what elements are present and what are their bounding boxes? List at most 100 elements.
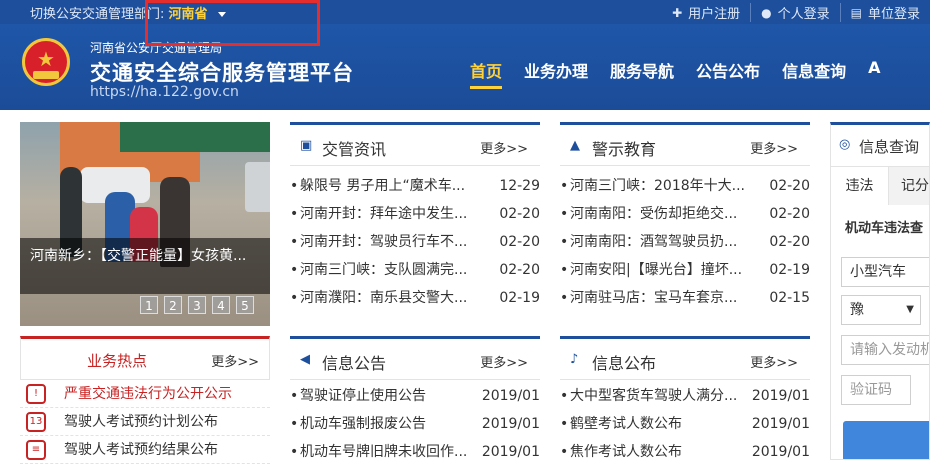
slide-page-button[interactable]: 4 [212,296,230,314]
plus-icon: ✚ [672,5,683,20]
warn-item[interactable]: • 河南三门峡：2018年十大... 02-20 [560,172,810,200]
warn-item[interactable]: • 河南驻马店：宝马车套京... 02-15 [560,284,810,312]
news-item-date: 02-20 [499,262,540,278]
warn-header: ▲ 警示教育 更多>> [560,122,810,166]
news-item-date: 02-20 [499,206,540,222]
news-item[interactable]: • 河南开封：拜年途中发生... 02-20 [290,200,540,228]
platform-title: 交通安全综合服务管理平台 [90,61,354,85]
register-link[interactable]: ✚ 用户注册 [662,3,750,23]
site-header: ★ 河南省公安厅交通管理局 交通安全综合服务管理平台 https://ha.12… [0,24,930,110]
traffic-news-panel: ▣ 交管资讯 更多>> • 躲限号 男子用上“魔术车... 12-29 • 河南开封：… [290,122,540,312]
query-header: ◎ 信息查询 [831,125,929,167]
warn-item-date: 02-19 [769,262,810,278]
business-hotspot-panel: 业务热点 更多>> ! 严重交通违法行为公开公示 13 驾驶人考试预约计划公布 … [20,336,270,464]
notice-item-date: 2019/01 [481,388,540,404]
news-item[interactable]: • 河南开封：驾驶员行车不... 02-20 [290,228,540,256]
personal-login-label: 个人登录 [777,7,830,22]
nav-service-guide[interactable]: 服务导航 [610,58,674,82]
news-item[interactable]: • 河南濮阳：南乐县交警大... 02-19 [290,284,540,312]
hotspot-item-label: 驾驶人考试预约计划公布 [64,414,218,430]
news-item[interactable]: • 躲限号 男子用上“魔术车... 12-29 [290,172,540,200]
bullet: • [290,388,299,404]
publish-item-title: 焦作考试人数公布 [570,444,682,460]
warning-sign-icon: ! [26,384,46,404]
star-icon: ★ [37,47,55,71]
publish-item[interactable]: • 鹤壁考试人数公布 2019/01 [560,410,810,438]
bullet: • [290,416,299,432]
warning-icon: ▲ [570,138,580,153]
police-emblem-icon: ★ [22,38,70,86]
news-item[interactable]: • 河南三门峡：支队圆满完... 02-20 [290,256,540,284]
slide-page-button[interactable]: 3 [188,296,206,314]
warn-item-title: 河南安阳|【曝光台】撞坏... [570,262,743,278]
newspaper-icon: ▣ [300,138,313,153]
nav-announcements[interactable]: 公告公布 [696,58,760,82]
plate-prefix-value: 豫 [850,302,864,318]
publish-item-title: 大中型客货车驾驶人满分... [570,388,738,404]
hotspot-more-link[interactable]: 更多>> [211,351,259,370]
slide-page-button[interactable]: 2 [164,296,182,314]
news-slideshow[interactable]: 河南新乡：【交警正能量】女孩黄... 1 2 3 4 5 [20,122,270,326]
news-more-link[interactable]: 更多>> [480,138,528,157]
nav-business[interactable]: 业务办理 [524,58,588,82]
notice-item-date: 2019/01 [481,416,540,432]
tab-points[interactable]: 记分 [901,167,929,205]
hotspot-item[interactable]: 13 驾驶人考试预约计划公布 [20,408,270,436]
publish-item-date: 2019/01 [751,416,810,432]
publish-header: ♪ 信息公布 更多>> [560,336,810,380]
user-icon: ● [761,5,772,20]
notice-item[interactable]: • 机动车强制报废公告 2019/01 [290,410,540,438]
nav-home[interactable]: 首页 [470,58,503,89]
plate-prefix-select[interactable]: 豫 ▼ [841,295,921,325]
highlight-box [145,0,320,46]
query-title: 信息查询 [859,138,920,156]
captcha-input[interactable]: 验证码 [841,375,911,405]
warning-education-panel: ▲ 警示教育 更多>> • 河南三门峡：2018年十大... 02-20 • 河南南阳… [560,122,810,312]
warn-more-link[interactable]: 更多>> [750,138,798,157]
personal-login-link[interactable]: ● 个人登录 [750,3,840,22]
bullet: • [290,444,299,460]
query-submit-button[interactable] [843,421,929,459]
vehicle-type-select[interactable]: 小型汽车 [841,257,929,287]
news-item-title: 躲限号 男子用上“魔术车... [300,178,466,194]
slide-page-button[interactable]: 1 [140,296,158,314]
nav-more[interactable]: A [868,58,880,82]
bullet: • [290,234,299,250]
warn-item-date: 02-20 [769,178,810,194]
slide-page-button[interactable]: 5 [236,296,254,314]
warn-item[interactable]: • 河南安阳|【曝光台】撞坏... 02-19 [560,256,810,284]
info-query-panel: ◎ 信息查询 违法 记分 机动车违法查 小型汽车 豫 ▼ 请输入发动机 验证码 [830,122,930,460]
slide-caption[interactable]: 河南新乡：【交警正能量】女孩黄... [20,238,270,294]
building-icon: ▤ [850,5,862,20]
publish-more-link[interactable]: 更多>> [750,352,798,371]
notice-header: ◀ 信息公告 更多>> [290,336,540,380]
bullet: • [560,388,569,404]
bullet: • [560,444,569,460]
warn-item[interactable]: • 河南南阳：酒驾驾驶员扔... 02-20 [560,228,810,256]
publish-item[interactable]: • 焦作考试人数公布 2019/01 [560,438,810,466]
unit-login-link[interactable]: ▤ 单位登录 [839,3,930,22]
slide-photo-sign [120,122,270,152]
slide-pager: 1 2 3 4 5 [140,296,260,314]
warn-item-title: 河南南阳：受伤却拒绝交... [570,206,738,222]
warn-item[interactable]: • 河南南阳：受伤却拒绝交... 02-20 [560,200,810,228]
warn-item-date: 02-20 [769,234,810,250]
info-publish-panel: ♪ 信息公布 更多>> • 大中型客货车驾驶人满分... 2019/01 • 鹤壁考试… [560,336,810,466]
warn-title: 警示教育 [592,140,657,159]
notice-more-link[interactable]: 更多>> [480,352,528,371]
nav-info-query[interactable]: 信息查询 [782,58,846,82]
engine-number-input[interactable]: 请输入发动机 [841,335,929,365]
publish-item[interactable]: • 大中型客货车驾驶人满分... 2019/01 [560,382,810,410]
news-item-date: 02-19 [499,290,540,306]
notice-item-date: 2019/01 [481,444,540,460]
tab-violation[interactable]: 违法 [831,167,889,205]
bullet: • [290,178,299,194]
site-url: https://ha.122.gov.cn [90,84,239,100]
bullet: • [560,178,569,194]
notice-item[interactable]: • 驾驶证停止使用公告 2019/01 [290,382,540,410]
news-title: 交管资讯 [322,140,387,159]
bullet: • [560,234,569,250]
news-item-date: 12-29 [499,178,540,194]
notice-item[interactable]: • 机动车号牌旧牌未收回作... 2019/01 [290,438,540,466]
hotspot-item[interactable]: ! 严重交通违法行为公开公示 [20,380,270,408]
